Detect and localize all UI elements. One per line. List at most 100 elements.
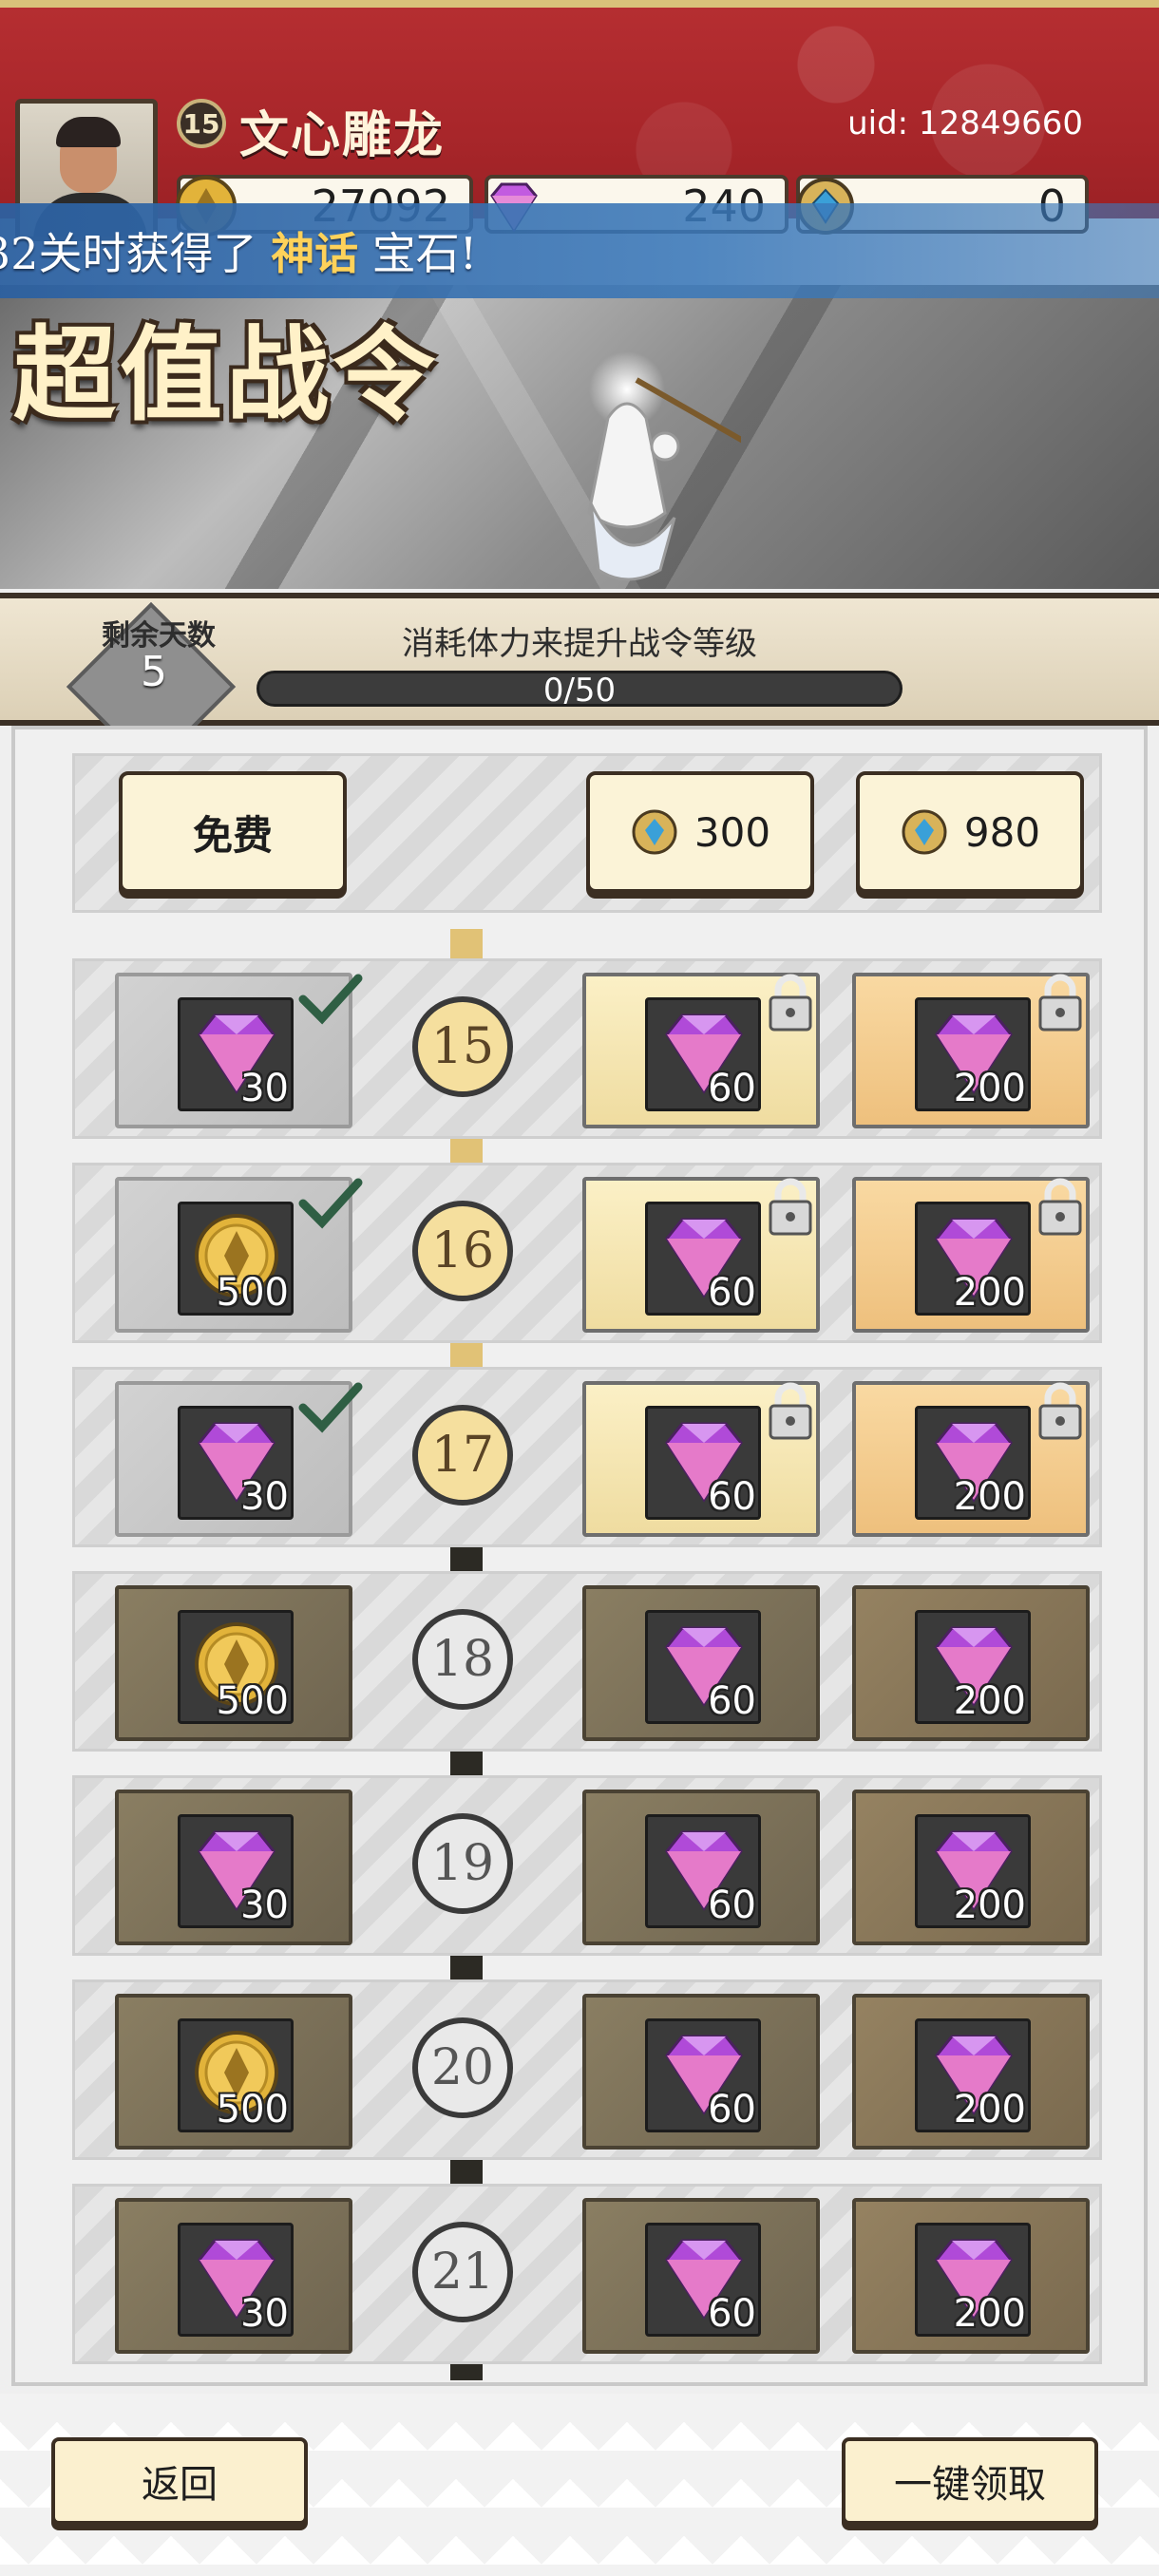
reward-quantity: 200 [953, 2088, 1026, 2131]
reward-row: 30 60 200 [72, 2184, 1102, 2364]
reward-quantity: 200 [953, 2292, 1026, 2336]
reward-row: 30 60 200 [72, 958, 1102, 1139]
gem-icon: 60 [645, 1406, 761, 1520]
gem-icon: 30 [178, 997, 294, 1111]
reward-quantity: 30 [240, 1884, 289, 1927]
claimed-check-icon [298, 1382, 363, 1433]
gem-icon: 60 [645, 997, 761, 1111]
lock-icon [1038, 974, 1082, 1032]
claimed-check-icon [298, 1178, 363, 1229]
gem-icon: 200 [915, 997, 1031, 1111]
lock-icon [769, 1382, 812, 1440]
player-name: 文心雕龙 [239, 106, 446, 164]
gem-icon: 200 [915, 1610, 1031, 1724]
reward-quantity: 200 [953, 1067, 1026, 1110]
reward-row: 30 60 200 [72, 1775, 1102, 1956]
reward-quantity: 60 [708, 2292, 756, 2336]
level-marker: 20 [412, 2017, 513, 2118]
gold-coin-icon: 500 [178, 2018, 294, 2132]
tier2-reward-cell[interactable]: 200 [852, 1177, 1090, 1333]
reward-quantity: 200 [953, 1884, 1026, 1927]
top-header: 15 文心雕龙 uid: 12849660 27092 240 0 [0, 0, 1159, 241]
reward-quantity: 200 [953, 1271, 1026, 1315]
free-reward-cell[interactable]: 30 [115, 1381, 363, 1537]
free-reward-cell[interactable]: 30 [115, 2198, 352, 2354]
gem-icon: 200 [915, 1406, 1031, 1520]
progress-caption: 消耗体力来提升战令等级 [402, 625, 757, 663]
free-reward-cell[interactable]: 30 [115, 1790, 352, 1945]
tier1-purchase-button[interactable]: 300 [586, 771, 814, 893]
reward-quantity: 60 [708, 1475, 756, 1519]
back-button[interactable]: 返回 [51, 2437, 308, 2525]
reward-quantity: 60 [708, 1884, 756, 1927]
free-reward-cell[interactable]: 500 [115, 1177, 363, 1333]
reward-quantity: 500 [216, 1679, 289, 1723]
level-marker: 16 [412, 1201, 513, 1301]
reward-quantity: 200 [953, 1475, 1026, 1519]
free-reward-cell[interactable]: 30 [115, 973, 363, 1128]
remaining-days-value: 5 [141, 648, 167, 696]
reward-quantity: 60 [708, 1679, 756, 1723]
reward-row: 30 60 200 [72, 1367, 1102, 1547]
claim-all-button[interactable]: 一键领取 [842, 2437, 1098, 2525]
gem-icon: 30 [178, 1814, 294, 1928]
level-marker: 19 [412, 1813, 513, 1914]
gold-coin-icon: 500 [178, 1202, 294, 1316]
blue-crystal-coin-icon [632, 809, 677, 855]
tier2-purchase-button[interactable]: 980 [856, 771, 1084, 893]
reward-panel: 免费 300 980 30 60 200 15 500 60 200 16 30 60 200 17 5… [11, 726, 1148, 2386]
gem-icon: 200 [915, 2018, 1031, 2132]
level-marker: 17 [412, 1405, 513, 1506]
gem-icon: 60 [645, 1814, 761, 1928]
gem-icon: 30 [178, 1406, 294, 1520]
gem-icon: 60 [645, 2223, 761, 2337]
level-marker: 15 [412, 996, 513, 1097]
tier1-reward-cell[interactable]: 60 [582, 2198, 820, 2354]
tier2-reward-cell[interactable]: 200 [852, 1585, 1090, 1741]
tier2-reward-cell[interactable]: 200 [852, 1790, 1090, 1945]
gold-coin-icon: 500 [178, 1610, 294, 1724]
gem-icon: 200 [915, 1814, 1031, 1928]
reward-quantity: 500 [216, 2088, 289, 2131]
progress-bar-text: 0/50 [542, 672, 617, 710]
tier1-price: 300 [694, 808, 771, 856]
claimed-check-icon [298, 974, 363, 1025]
tier2-reward-cell[interactable]: 200 [852, 1994, 1090, 2150]
free-reward-cell[interactable]: 500 [115, 1585, 352, 1741]
player-uid: uid: 12849660 [847, 104, 1083, 142]
reward-row: 500 60 200 [72, 1979, 1102, 2160]
tier1-reward-cell[interactable]: 60 [582, 1381, 820, 1537]
tier2-reward-cell[interactable]: 200 [852, 973, 1090, 1128]
tier1-reward-cell[interactable]: 60 [582, 1177, 820, 1333]
announcement-marquee: 32关时获得了 神话 宝石! [0, 203, 1159, 298]
tier1-reward-cell[interactable]: 60 [582, 1994, 820, 2150]
gem-icon: 60 [645, 2018, 761, 2132]
pass-progress-panel: 剩余天数 5 消耗体力来提升战令等级 0/50 [0, 593, 1159, 772]
reward-quantity: 60 [708, 1271, 756, 1315]
reward-quantity: 500 [216, 1271, 289, 1315]
battle-pass-banner: 超值战令 [0, 285, 1159, 589]
tier2-reward-cell[interactable]: 200 [852, 1381, 1090, 1537]
reward-quantity: 60 [708, 2088, 756, 2131]
reward-quantity: 30 [240, 1475, 289, 1519]
free-tier-button[interactable]: 免费 [119, 771, 347, 893]
tier1-reward-cell[interactable]: 60 [582, 973, 820, 1128]
gem-icon: 200 [915, 1202, 1031, 1316]
level-marker: 21 [412, 2222, 513, 2322]
tier1-reward-cell[interactable]: 60 [582, 1585, 820, 1741]
player-level-badge: 15 [177, 99, 226, 148]
wizard-character-illustration [587, 351, 741, 581]
pass-progress-bar: 0/50 [256, 671, 902, 710]
reward-row: 500 60 200 [72, 1163, 1102, 1343]
reward-quantity: 60 [708, 1067, 756, 1110]
reward-quantity: 30 [240, 1067, 289, 1110]
tier1-reward-cell[interactable]: 60 [582, 1790, 820, 1945]
tier2-reward-cell[interactable]: 200 [852, 2198, 1090, 2354]
reward-row: 500 60 200 [72, 1571, 1102, 1752]
free-reward-cell[interactable]: 500 [115, 1994, 352, 2150]
lock-icon [1038, 1382, 1082, 1440]
gem-icon: 200 [915, 2223, 1031, 2337]
tier-header-row: 免费 300 980 [72, 753, 1102, 913]
lock-icon [769, 974, 812, 1032]
banner-title: 超值战令 [13, 315, 440, 435]
